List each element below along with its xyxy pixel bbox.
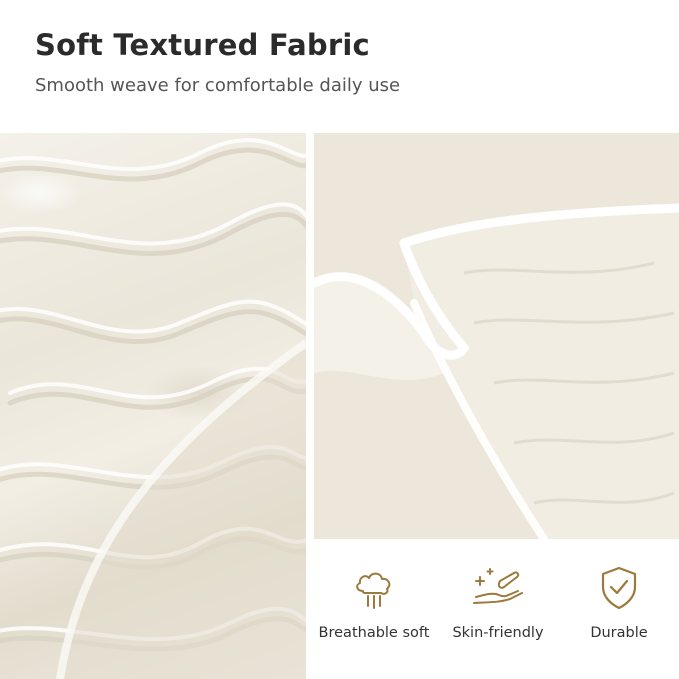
hand-sparkle-icon xyxy=(473,568,523,604)
page-title: Soft Textured Fabric xyxy=(35,28,370,62)
feature-breathable: Breathable soft xyxy=(314,565,434,641)
feature-skin-friendly: Skin-friendly xyxy=(438,565,558,641)
fabric-texture-photo xyxy=(0,133,306,679)
feature-durable: Durable xyxy=(559,565,679,641)
feature-label: Breathable soft xyxy=(318,625,430,641)
feature-list: Breathable soft Skin-friendly Durable xyxy=(314,539,679,679)
fabric-edge-photo xyxy=(314,133,679,539)
feature-label: Skin-friendly xyxy=(452,625,544,641)
shield-check-icon xyxy=(601,566,637,610)
cloud-breathable-icon xyxy=(356,572,391,609)
feature-label: Durable xyxy=(590,625,648,641)
page-subtitle: Smooth weave for comfortable daily use xyxy=(35,75,401,96)
